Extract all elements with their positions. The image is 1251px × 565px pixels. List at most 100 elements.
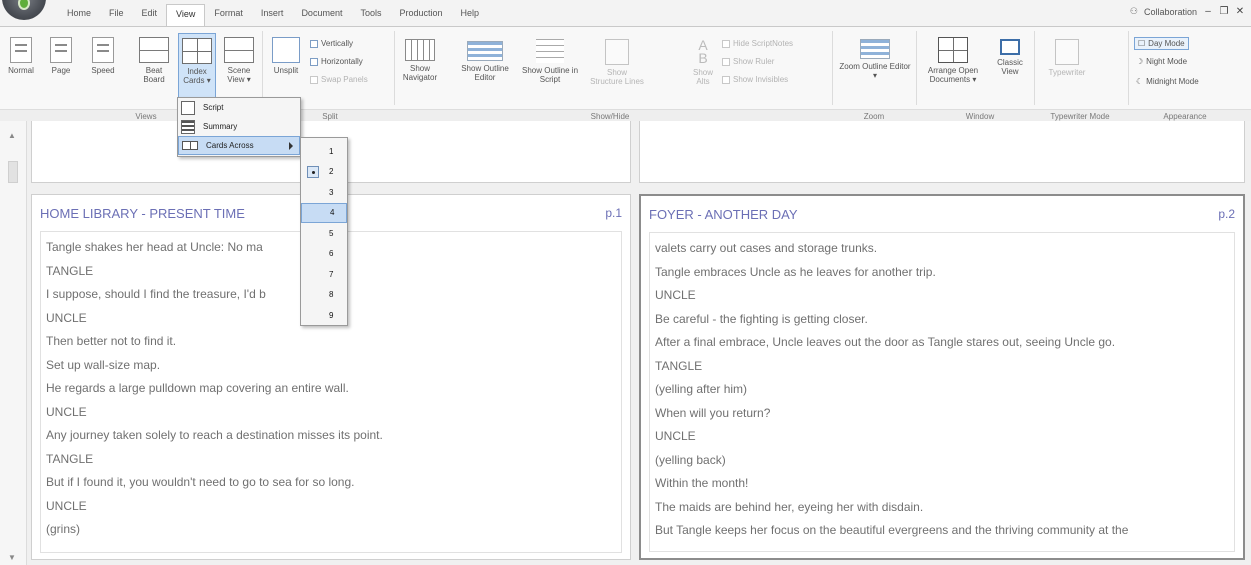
card-line: Set up wall-size map.	[46, 357, 161, 372]
hide-scriptnotes-button[interactable]: Hide ScriptNotes	[722, 39, 793, 48]
card-line: UNCLE	[655, 288, 696, 302]
card-line: Within the month!	[655, 476, 749, 490]
close-button[interactable]: ✕	[1235, 6, 1245, 17]
menu-item-label: Script	[203, 103, 224, 112]
arrange-open-documents-button[interactable]: Arrange Open Documents ▾	[920, 37, 986, 84]
tab-document[interactable]: Document	[292, 4, 351, 26]
tab-production[interactable]: Production	[390, 4, 451, 26]
scroll-up-icon[interactable]: ▲	[8, 131, 16, 140]
navigator-icon	[405, 39, 435, 61]
card-line: (grins)	[46, 522, 81, 536]
classic-view-button[interactable]: Classic View	[992, 39, 1028, 76]
cards-across-option[interactable]: 7	[301, 264, 347, 285]
show-alts-button[interactable]: AB Show Alts	[688, 38, 718, 86]
cards-across-option-highlighted[interactable]: 4	[301, 202, 347, 223]
app-menu-button[interactable]	[2, 0, 46, 20]
card-line: Any journey taken solely to reach a dest…	[46, 428, 383, 442]
tab-help[interactable]: Help	[452, 4, 489, 26]
swap-panels-label: Swap Panels	[321, 75, 368, 84]
show-outline-editor-button[interactable]: Show Outline Editor	[456, 41, 514, 82]
titlebar-controls: ⚇ Collaboration – ❐ ✕	[1130, 6, 1245, 17]
beat-board-button[interactable]: Beat Board	[134, 37, 174, 84]
show-outline-in-script-label: Show Outline in Script	[521, 66, 579, 84]
split-vertically-button[interactable]: Vertically	[310, 39, 353, 48]
day-mode-button[interactable]: ☐ Day Mode	[1134, 37, 1189, 50]
night-mode-button[interactable]: ☽ Night Mode	[1136, 57, 1187, 66]
normal-view-label: Normal	[8, 66, 34, 75]
group-separator	[394, 31, 395, 105]
zoom-outline-editor-label: Zoom Outline Editor ▾	[839, 62, 911, 80]
group-label-appearance: Appearance	[1163, 112, 1207, 121]
index-cards-dropdown: Script Summary Cards Across	[177, 97, 301, 157]
speed-view-label: Speed	[91, 66, 115, 75]
show-structure-lines-button[interactable]: Show Structure Lines	[590, 39, 644, 86]
vertical-scrollbar[interactable]: ▲ ▼	[0, 121, 27, 565]
cards-across-option[interactable]: 1	[301, 141, 347, 162]
scene-heading[interactable]: FOYER - ANOTHER DAY	[649, 207, 798, 222]
group-label-views: Views	[135, 112, 157, 121]
outline-editor-icon	[467, 41, 503, 61]
moon-icon: ☽	[1136, 57, 1144, 66]
scroll-thumb[interactable]	[8, 161, 18, 183]
minimize-button[interactable]: –	[1203, 6, 1213, 17]
show-invisibles-button[interactable]: Show Invisibles	[722, 75, 788, 84]
arrange-documents-icon	[938, 37, 968, 63]
scene-view-icon	[224, 37, 254, 63]
index-cards-icon	[182, 38, 212, 64]
scroll-down-icon[interactable]: ▼	[8, 553, 16, 562]
show-ruler-button[interactable]: Show Ruler	[722, 57, 774, 66]
night-mode-label: Night Mode	[1146, 57, 1188, 66]
group-separator	[262, 31, 263, 105]
beat-board-label: Beat Board	[143, 66, 165, 84]
midnight-mode-button[interactable]: ☾ Midnight Mode	[1136, 77, 1199, 86]
unsplit-icon	[272, 37, 300, 63]
swap-panels-icon	[310, 75, 318, 84]
group-label-window: Window	[965, 112, 995, 121]
tab-insert[interactable]: Insert	[252, 4, 293, 26]
card-line: When will you return?	[655, 405, 771, 420]
collaboration-icon: ⚇	[1129, 6, 1138, 16]
cards-across-option[interactable]: 8	[301, 285, 347, 306]
index-card-selected[interactable]: FOYER - ANOTHER DAY p.2 valets carry out…	[639, 194, 1245, 560]
swap-panels-button[interactable]: Swap Panels	[310, 75, 368, 84]
menu-item-cards-across[interactable]: Cards Across	[178, 136, 300, 155]
cards-across-option[interactable]: 6	[301, 244, 347, 265]
cards-across-option[interactable]: 5	[301, 223, 347, 244]
tab-file[interactable]: File	[100, 4, 133, 26]
split-horizontally-button[interactable]: Horizontally	[310, 57, 363, 66]
card-line: UNCLE	[655, 429, 696, 443]
typewriter-icon	[1055, 39, 1079, 65]
cards-across-option[interactable]: 3	[301, 182, 347, 203]
app-logo-icon	[18, 0, 30, 10]
cards-across-option-checked[interactable]: 2	[301, 162, 347, 183]
tab-tools[interactable]: Tools	[351, 4, 390, 26]
menu-item-summary[interactable]: Summary	[178, 117, 300, 136]
index-card-previous[interactable]	[639, 121, 1245, 183]
show-navigator-button[interactable]: Show Navigator	[398, 39, 442, 82]
page-number: p.2	[1218, 207, 1235, 221]
typewriter-button[interactable]: Typewriter	[1042, 39, 1092, 77]
collaboration-button[interactable]: Collaboration	[1144, 7, 1197, 17]
zoom-outline-editor-button[interactable]: Zoom Outline Editor ▾	[838, 39, 912, 80]
split-vertically-icon	[310, 39, 318, 48]
normal-view-button[interactable]: Normal	[4, 37, 38, 75]
speed-view-button[interactable]: Speed	[86, 37, 120, 75]
show-outline-in-script-button[interactable]: Show Outline in Script	[518, 39, 582, 84]
tab-format[interactable]: Format	[205, 4, 252, 26]
speed-view-icon	[92, 37, 114, 63]
tab-home[interactable]: Home	[58, 4, 100, 26]
tab-edit[interactable]: Edit	[133, 4, 167, 26]
menu-item-script[interactable]: Script	[178, 98, 300, 117]
index-cards-button[interactable]: Index Cards ▾	[178, 33, 216, 99]
tab-view[interactable]: View	[166, 4, 206, 26]
card-line: (yelling after him)	[655, 382, 748, 396]
page-view-button[interactable]: Page	[44, 37, 78, 75]
unsplit-button[interactable]: Unsplit	[266, 37, 306, 75]
card-line: Be careful - the fighting is getting clo…	[655, 311, 868, 326]
group-label-show-hide: Show/Hide	[590, 112, 630, 121]
scene-heading[interactable]: HOME LIBRARY - PRESENT TIME	[40, 206, 245, 221]
restore-button[interactable]: ❐	[1219, 6, 1229, 17]
card-summary-text[interactable]: valets carry out cases and storage trunk…	[649, 232, 1235, 552]
cards-across-option[interactable]: 9	[301, 305, 347, 326]
scene-view-button[interactable]: Scene View ▾	[220, 37, 258, 84]
